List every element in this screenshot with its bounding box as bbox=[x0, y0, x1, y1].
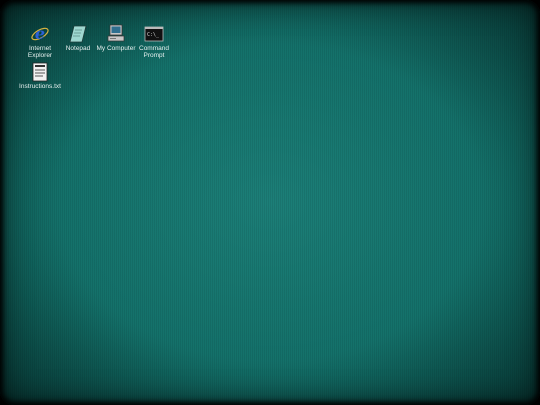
svg-text:e: e bbox=[35, 24, 45, 43]
desktop-icon-label: My Computer bbox=[96, 45, 136, 52]
command-prompt-icon: C:\_ bbox=[144, 24, 164, 44]
desktop-icon-instructions-txt[interactable]: Instructions.txt bbox=[18, 62, 62, 90]
desktop-icon-label: Command Prompt bbox=[139, 45, 169, 59]
desktop-icon-label: Notepad bbox=[65, 45, 91, 52]
desktop-icon-command-prompt[interactable]: C:\_ Command Prompt bbox=[132, 24, 176, 59]
desktop: e Internet Explorer Notepad My Computer … bbox=[0, 0, 540, 405]
my-computer-icon bbox=[106, 24, 126, 44]
internet-explorer-icon: e bbox=[30, 24, 50, 44]
notepad-icon bbox=[68, 24, 88, 44]
desktop-icon-label: Instructions.txt bbox=[19, 83, 61, 90]
svg-text:C:\_: C:\_ bbox=[147, 32, 160, 38]
text-file-icon bbox=[30, 62, 50, 82]
